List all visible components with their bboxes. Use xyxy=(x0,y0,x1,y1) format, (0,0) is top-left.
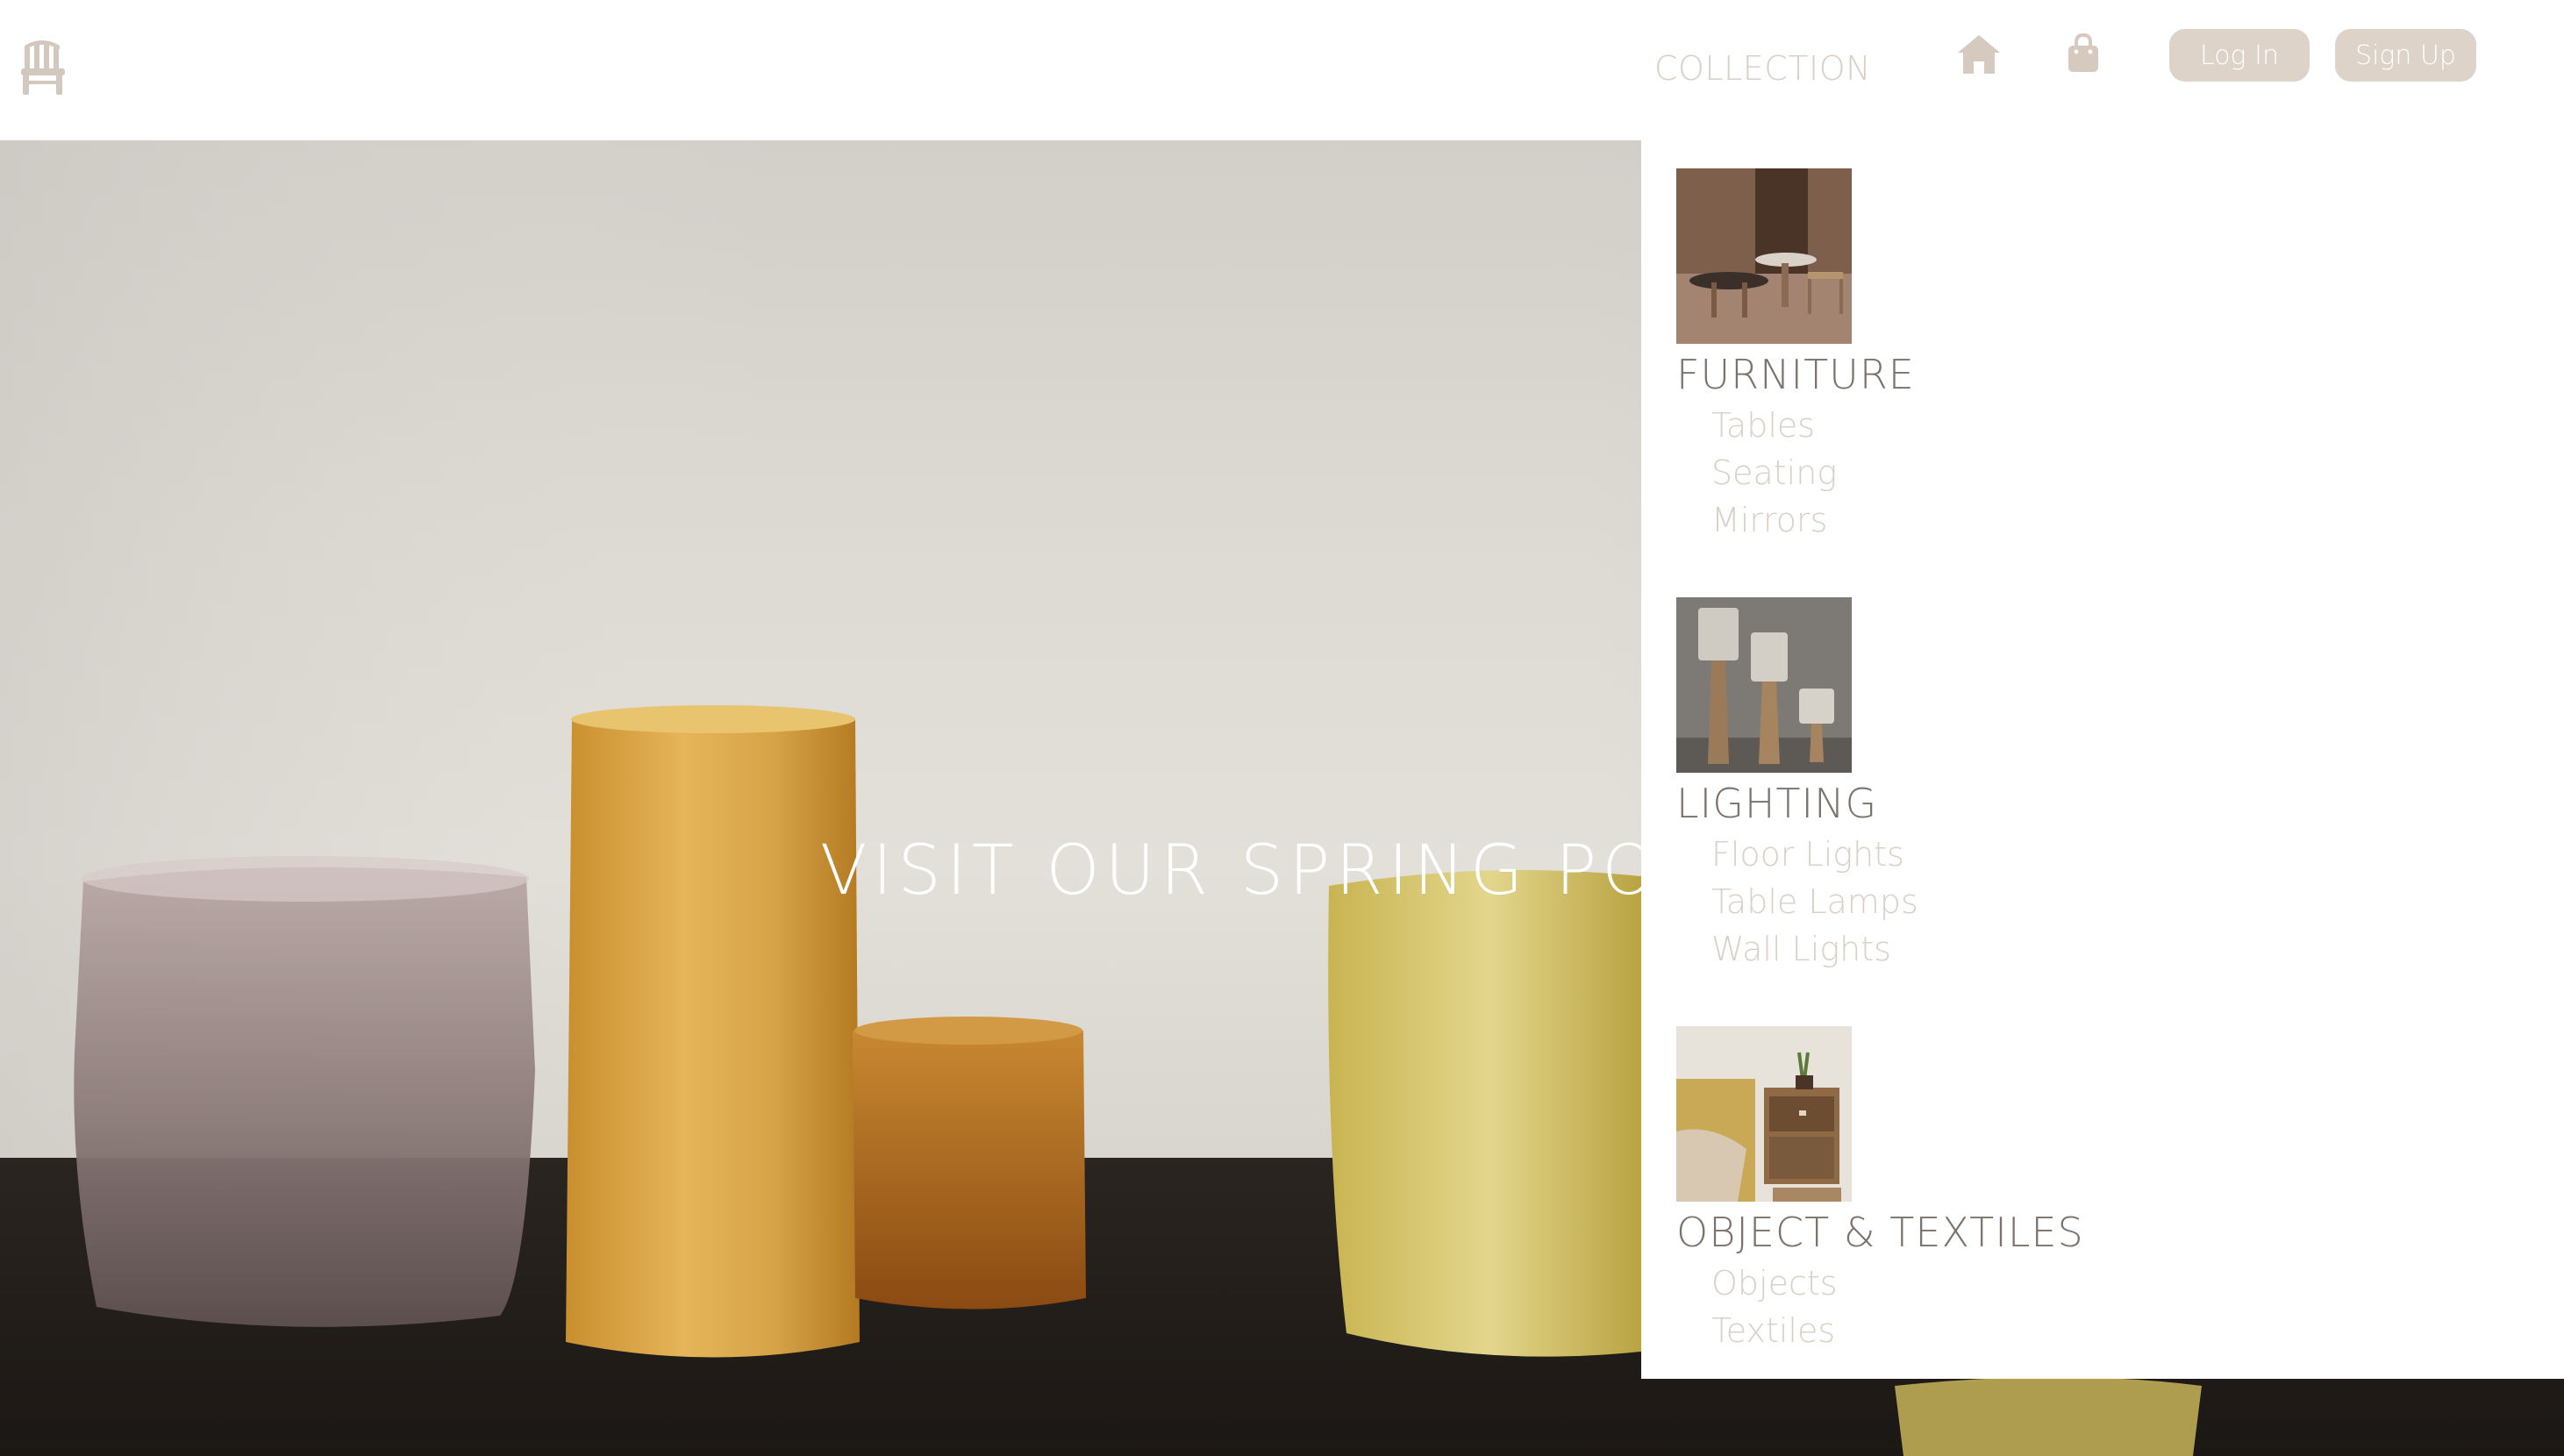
signup-button[interactable]: Sign Up xyxy=(2335,29,2476,82)
site-header: COLLECTION Log In Sign Up xyxy=(0,0,2564,140)
menu-category-title[interactable]: LIGHTING xyxy=(1676,780,1918,827)
menu-item-floor-lights[interactable]: Floor Lights xyxy=(1711,831,1918,878)
menu-item-seating[interactable]: Seating xyxy=(1711,449,1915,496)
nav-collection[interactable]: COLLECTION xyxy=(1654,49,1871,88)
menu-item-wall-lights[interactable]: Wall Lights xyxy=(1711,925,1918,973)
menu-category-objects-textiles: OBJECT & TEXTILES Objects Textiles xyxy=(1676,1026,2084,1354)
menu-item-tables[interactable]: Tables xyxy=(1711,402,1915,449)
home-icon[interactable] xyxy=(1956,33,2002,75)
chair-icon[interactable] xyxy=(19,40,67,96)
lighting-thumbnail[interactable] xyxy=(1676,597,1852,773)
collection-dropdown-menu: FURNITURE Tables Seating Mirrors LIGHTIN… xyxy=(1641,140,2564,1379)
menu-category-lighting: LIGHTING Floor Lights Table Lamps Wall L… xyxy=(1676,597,1918,973)
furniture-thumbnail[interactable] xyxy=(1676,168,1852,344)
menu-item-mirrors[interactable]: Mirrors xyxy=(1711,496,1915,544)
hero-title[interactable]: VISIT OUR SPRING POP- xyxy=(820,831,1736,910)
menu-item-objects[interactable]: Objects xyxy=(1711,1260,2084,1307)
menu-category-title[interactable]: FURNITURE xyxy=(1676,351,1915,398)
menu-category-title[interactable]: OBJECT & TEXTILES xyxy=(1676,1209,2084,1256)
menu-item-textiles[interactable]: Textiles xyxy=(1711,1307,2084,1354)
login-button[interactable]: Log In xyxy=(2169,29,2310,82)
objects-textiles-thumbnail[interactable] xyxy=(1676,1026,1852,1202)
menu-item-table-lamps[interactable]: Table Lamps xyxy=(1711,878,1918,925)
shopping-bag-icon[interactable] xyxy=(2065,33,2102,74)
menu-category-furniture: FURNITURE Tables Seating Mirrors xyxy=(1676,168,1915,544)
